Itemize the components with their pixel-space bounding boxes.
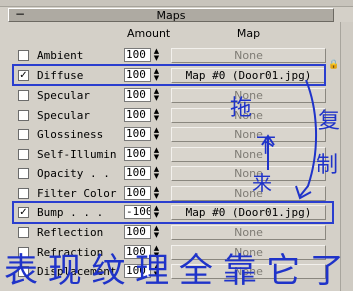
enable-checkbox[interactable]	[18, 266, 29, 277]
amount-spinner[interactable]: ▲ ▼	[152, 264, 161, 278]
map-slot-button[interactable]: None	[171, 264, 326, 279]
amount-spinner[interactable]: ▲ ▼	[152, 166, 161, 180]
enable-checkbox[interactable]	[18, 168, 29, 179]
enable-checkbox[interactable]	[18, 90, 29, 101]
map-column-header: Map	[236, 27, 261, 40]
map-slot-button[interactable]: None	[171, 108, 326, 123]
map-slot-button[interactable]: None	[171, 127, 326, 142]
maps-rollout-panel: − Maps Amount Map Ambient 100 ▲ ▼ None ✓ …	[0, 0, 353, 291]
map-slot-button[interactable]: None	[171, 245, 326, 260]
amount-column-header: Amount	[127, 27, 171, 40]
amount-spinner[interactable]: ▲ ▼	[152, 147, 161, 161]
map-channel-label: Glossiness	[37, 128, 104, 141]
map-row-refraction: Refraction 100 ▲ ▼ None	[0, 244, 340, 262]
amount-spinner[interactable]: ▲ ▼	[152, 186, 161, 200]
amount-input[interactable]: 100	[124, 225, 151, 239]
map-channel-label: Refraction	[37, 246, 104, 259]
map-slot-button[interactable]: None	[171, 166, 326, 181]
map-row-glossiness: Glossiness 100 ▲ ▼ None	[0, 126, 340, 144]
map-channel-label: Self-Illumin	[37, 148, 117, 161]
maps-rollout-header[interactable]: − Maps	[8, 7, 334, 22]
top-edge-bar	[0, 0, 353, 7]
amount-input[interactable]: 100	[124, 245, 151, 259]
enable-checkbox[interactable]	[18, 129, 29, 140]
map-row-displacement: Displacement 100 ▲ ▼ None	[0, 263, 340, 281]
enable-checkbox[interactable]	[18, 227, 29, 238]
amount-spinner[interactable]: ▲ ▼	[152, 245, 161, 259]
lock-icon[interactable]: 🔒	[328, 60, 339, 70]
amount-input[interactable]: 100	[124, 88, 151, 102]
map-slot-button[interactable]: None	[171, 186, 326, 201]
amount-spinner[interactable]: ▲ ▼	[152, 88, 161, 102]
amount-input[interactable]: 100	[124, 166, 151, 180]
amount-input[interactable]: 100	[124, 48, 151, 62]
column-headers: Amount Map	[0, 27, 340, 41]
amount-spinner[interactable]: ▲ ▼	[152, 108, 161, 122]
enable-checkbox[interactable]	[18, 247, 29, 258]
map-slot-button[interactable]: None	[171, 225, 326, 240]
map-row-self-illumination: Self-Illumin 100 ▲ ▼ None	[0, 146, 340, 164]
amount-input[interactable]: 100	[124, 127, 151, 141]
diffuse-highlight-box	[12, 64, 326, 86]
enable-checkbox[interactable]	[18, 188, 29, 199]
rollout-title: Maps	[156, 9, 186, 22]
amount-input[interactable]: 100	[124, 147, 151, 161]
map-row-specular-level: Specular 100 ▲ ▼ None	[0, 107, 340, 125]
map-channel-label: Ambient	[37, 49, 84, 62]
map-slot-button[interactable]: None	[171, 147, 326, 162]
amount-spinner[interactable]: ▲ ▼	[152, 48, 161, 62]
map-channel-label: Opacity . .	[37, 167, 110, 180]
amount-spinner[interactable]: ▲ ▼	[152, 127, 161, 141]
map-channel-label: Specular	[37, 89, 90, 102]
amount-input[interactable]: 100	[124, 264, 151, 278]
amount-spinner[interactable]: ▲ ▼	[152, 225, 161, 239]
vertical-scrollbar[interactable]	[340, 22, 353, 291]
enable-checkbox[interactable]	[18, 50, 29, 61]
bump-highlight-box	[12, 201, 334, 224]
map-slot-button[interactable]: None	[171, 88, 326, 103]
amount-input[interactable]: 100	[124, 108, 151, 122]
enable-checkbox[interactable]	[18, 110, 29, 121]
map-channel-label: Reflection	[37, 226, 104, 239]
map-channel-label: Specular	[37, 109, 90, 122]
amount-input[interactable]: 100	[124, 186, 151, 200]
map-row-specular-color: Specular 100 ▲ ▼ None	[0, 87, 340, 105]
enable-checkbox[interactable]	[18, 149, 29, 160]
map-row-opacity: Opacity . . 100 ▲ ▼ None	[0, 165, 340, 183]
map-channel-label: Filter Color	[37, 187, 117, 200]
map-slot-button[interactable]: None	[171, 48, 326, 63]
map-row-reflection: Reflection 100 ▲ ▼ None	[0, 224, 340, 242]
map-row-ambient: Ambient 100 ▲ ▼ None	[0, 47, 340, 65]
map-channel-label: Displacement	[37, 265, 117, 278]
